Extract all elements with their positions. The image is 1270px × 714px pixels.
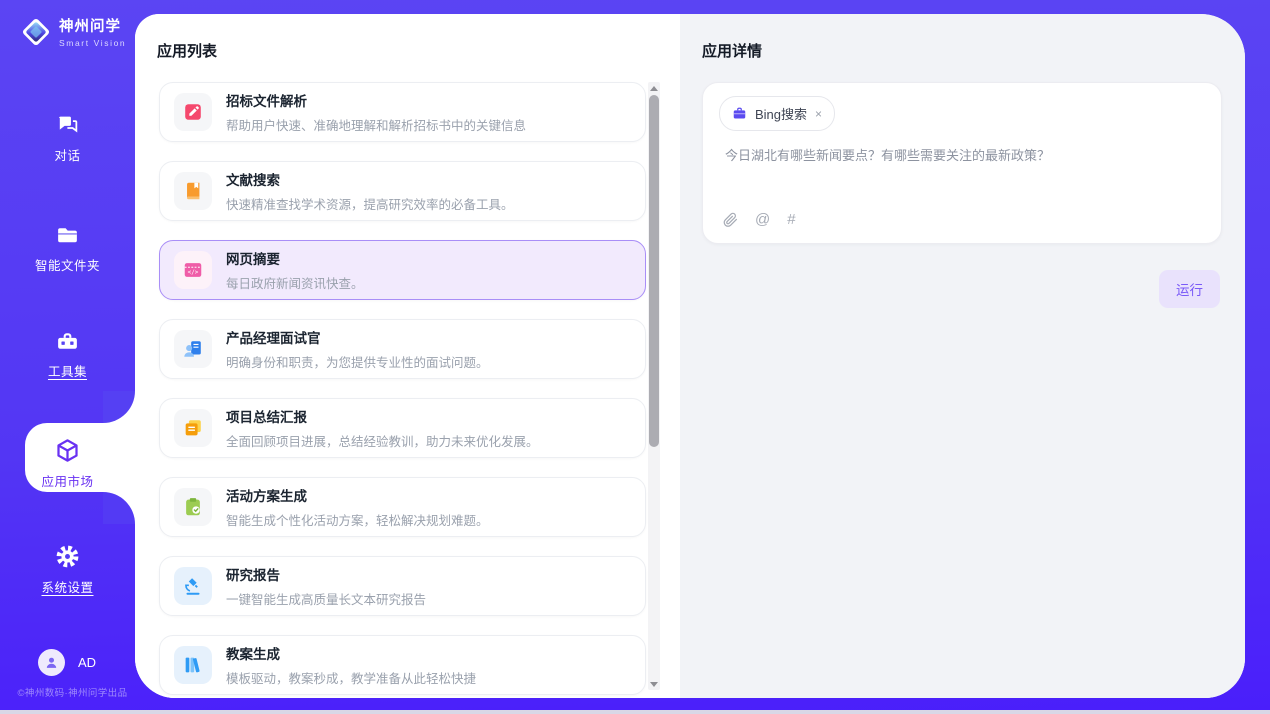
main-content: 应用列表 招标文件解析 帮助用户快速、准确地理解和解析招标书中的关键信息	[135, 14, 1245, 698]
brand-name: 神州问学	[59, 15, 126, 36]
app-description: 每日政府新闻资讯快查。	[226, 273, 364, 292]
app-name: 招标文件解析	[226, 90, 526, 110]
toolbox-icon	[54, 329, 81, 354]
chat-icon	[54, 113, 81, 138]
app-item-project-summary[interactable]: 项目总结汇报 全面回顾项目进展，总结经验教训，助力未来优化发展。	[159, 398, 646, 458]
interviewer-icon	[174, 330, 212, 368]
clipboard-check-icon	[174, 488, 212, 526]
app-description: 模板驱动，教案秒成，教学准备从此轻松快捷	[226, 668, 476, 687]
book-icon	[174, 172, 212, 210]
app-item-web-summary[interactable]: </> 网页摘要 每日政府新闻资讯快查。	[159, 240, 646, 300]
scrollbar-down-arrow[interactable]	[648, 678, 660, 690]
svg-text:</>: </>	[188, 269, 199, 276]
bottom-strip	[0, 710, 1270, 714]
paperclip-icon[interactable]	[723, 212, 738, 228]
cube-icon	[54, 437, 81, 464]
books-icon	[174, 646, 212, 684]
sidebar-item-smart-folder[interactable]: 智能文件夹	[0, 223, 135, 274]
app-name: 文献搜索	[226, 169, 514, 189]
sidebar-item-settings[interactable]: 系统设置	[0, 543, 135, 596]
chip-close-icon[interactable]: ×	[815, 108, 822, 120]
scrollbar-up-arrow[interactable]	[648, 82, 660, 94]
app-name: 项目总结汇报	[226, 406, 539, 426]
list-scrollbar[interactable]	[648, 82, 660, 690]
app-item-lesson-plan[interactable]: 教案生成 模板驱动，教案秒成，教学准备从此轻松快捷	[159, 635, 646, 695]
gear-icon	[54, 543, 81, 570]
avatar[interactable]	[38, 649, 65, 676]
app-name: 活动方案生成	[226, 485, 489, 505]
app-item-bid-document-analysis[interactable]: 招标文件解析 帮助用户快速、准确地理解和解析招标书中的关键信息	[159, 82, 646, 142]
microscope-icon	[174, 567, 212, 605]
app-item-event-plan[interactable]: 活动方案生成 智能生成个性化活动方案，轻松解决规划难题。	[159, 477, 646, 537]
sidebar: 神州问学 Smart Vision 对话 智能文件夹 工具集	[0, 0, 135, 710]
sidebar-item-label: 智能文件夹	[0, 255, 135, 274]
app-description: 智能生成个性化活动方案，轻松解决规划难题。	[226, 510, 489, 529]
sidebar-item-label: 对话	[0, 145, 135, 164]
user-account[interactable]: AD	[38, 649, 96, 676]
browser-code-icon: </>	[174, 251, 212, 289]
app-description: 一键智能生成高质量长文本研究报告	[226, 589, 426, 608]
app-list-title: 应用列表	[157, 40, 217, 61]
app-item-research-report[interactable]: 研究报告 一键智能生成高质量长文本研究报告	[159, 556, 646, 616]
brand-subtitle: Smart Vision	[59, 38, 126, 48]
app-list-panel: 应用列表 招标文件解析 帮助用户快速、准确地理解和解析招标书中的关键信息	[135, 14, 680, 698]
query-card: Bing搜索 × 今日湖北有哪些新闻要点？有哪些需要关注的最新政策？ @ #	[702, 82, 1222, 244]
app-name: 研究报告	[226, 564, 426, 584]
sidebar-item-chat[interactable]: 对话	[0, 113, 135, 164]
folder-icon	[54, 223, 81, 248]
app-item-literature-search[interactable]: 文献搜索 快速精准查找学术资源，提高研究效率的必备工具。	[159, 161, 646, 221]
app-name: 产品经理面试官	[226, 327, 489, 347]
app-list: 招标文件解析 帮助用户快速、准确地理解和解析招标书中的关键信息 文献搜索 快速精…	[159, 82, 646, 695]
app-name: 教案生成	[226, 643, 476, 663]
run-button[interactable]: 运行	[1159, 270, 1220, 308]
query-input[interactable]: 今日湖北有哪些新闻要点？有哪些需要关注的最新政策？	[725, 146, 1199, 166]
edit-document-icon	[174, 93, 212, 131]
app-description: 全面回顾项目进展，总结经验教训，助力未来优化发展。	[226, 431, 539, 450]
tool-chip-bing-search[interactable]: Bing搜索 ×	[719, 96, 835, 131]
copyright-footer: ©神州数码·神州问学出品	[0, 685, 145, 699]
input-toolbar: @ #	[723, 211, 796, 228]
active-tab-curve-top	[103, 391, 135, 423]
hash-icon[interactable]: #	[787, 211, 795, 228]
sidebar-item-app-market[interactable]: 应用市场	[0, 437, 135, 490]
person-icon	[44, 655, 59, 670]
sidebar-item-label: 工具集	[0, 361, 135, 380]
sidebar-item-toolkit[interactable]: 工具集	[0, 329, 135, 380]
sticky-notes-icon	[174, 409, 212, 447]
scrollbar-thumb[interactable]	[649, 95, 659, 447]
sidebar-item-label: 系统设置	[0, 577, 135, 596]
app-description: 帮助用户快速、准确地理解和解析招标书中的关键信息	[226, 115, 526, 134]
app-description: 快速精准查找学术资源，提高研究效率的必备工具。	[226, 194, 514, 213]
app-detail-title: 应用详情	[702, 40, 762, 61]
active-tab-curve-bottom	[103, 492, 135, 524]
tool-chip-label: Bing搜索	[755, 104, 807, 123]
brand-logo: 神州问学 Smart Vision	[20, 15, 126, 48]
app-name: 网页摘要	[226, 248, 364, 268]
diamond-logo-icon	[20, 16, 52, 48]
app-item-pm-interviewer[interactable]: 产品经理面试官 明确身份和职责，为您提供专业性的面试问题。	[159, 319, 646, 379]
app-detail-panel: 应用详情 Bing搜索 × 今日湖北有哪些新闻要点？有哪些需要关注的最新政策？ …	[680, 14, 1245, 698]
sidebar-item-label: 应用市场	[0, 471, 135, 490]
mention-icon[interactable]: @	[755, 211, 770, 228]
user-initials: AD	[78, 655, 96, 670]
app-description: 明确身份和职责，为您提供专业性的面试问题。	[226, 352, 489, 371]
briefcase-icon	[732, 106, 747, 121]
